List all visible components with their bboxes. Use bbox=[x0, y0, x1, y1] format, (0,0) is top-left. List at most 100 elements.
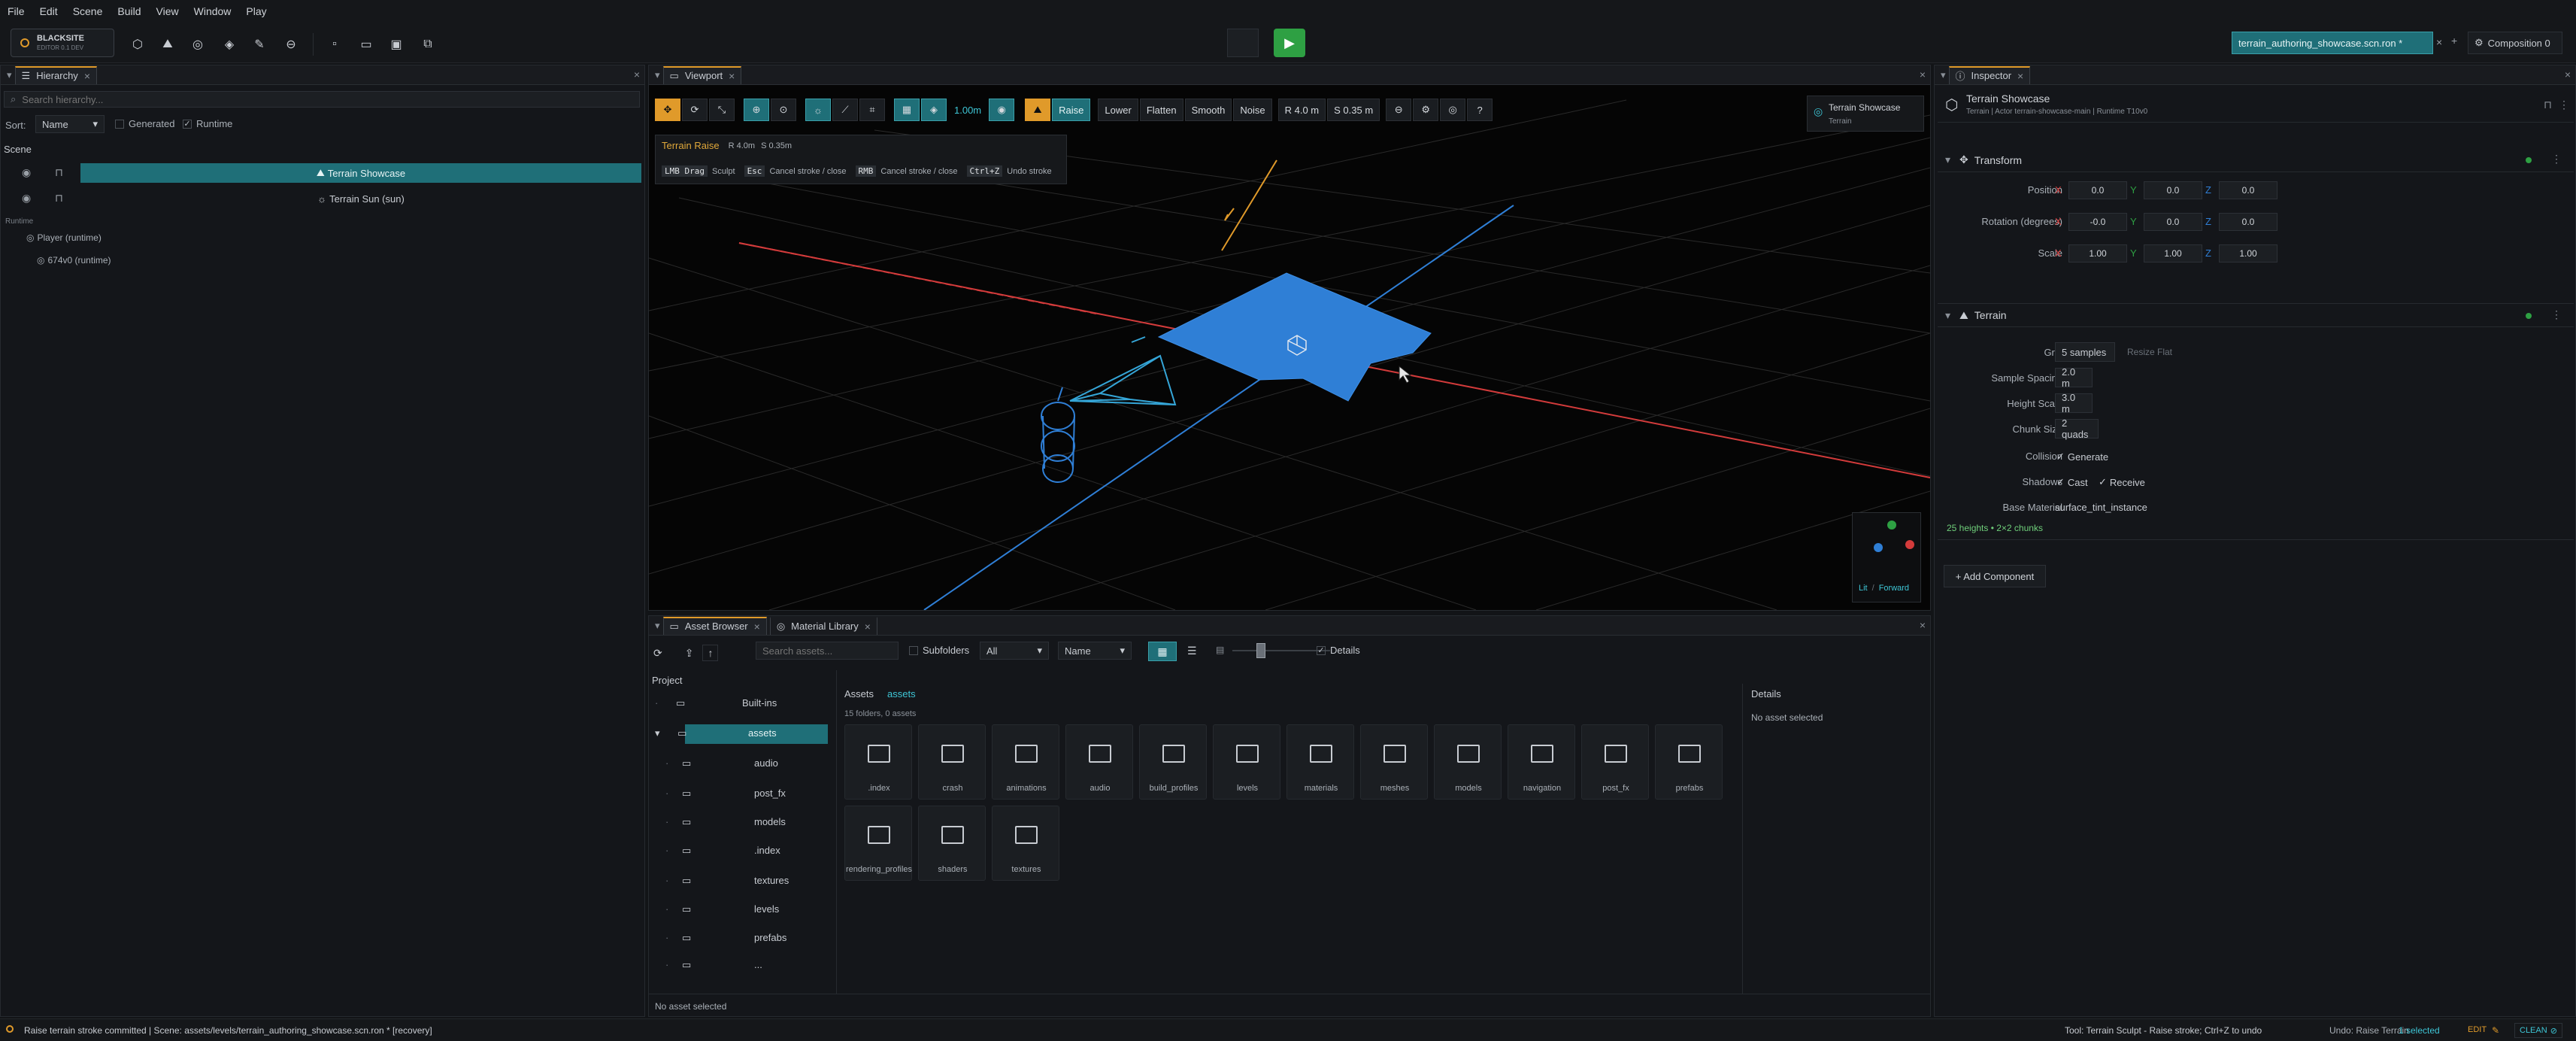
z-field[interactable]: 1.00 bbox=[2219, 244, 2277, 263]
folder-tile[interactable]: meshes bbox=[1360, 724, 1428, 800]
chevron-down-icon[interactable]: ▾ bbox=[1945, 309, 1950, 322]
runtime-checkbox[interactable]: ✓ Runtime bbox=[183, 118, 232, 129]
check-icon[interactable]: ✓ bbox=[2056, 476, 2065, 488]
hierarchy-item-terrain-showcase[interactable]: ⛰ Terrain Showcase bbox=[80, 163, 641, 183]
more-icon[interactable]: ⋮ bbox=[2551, 153, 2562, 165]
folder-tile[interactable]: .index bbox=[844, 724, 912, 800]
z-field[interactable]: 0.0 bbox=[2219, 181, 2277, 199]
hierarchy-row[interactable]: ◉ ⊓ ☼ Terrain Sun (sun) bbox=[1, 189, 644, 208]
terrain-sculpt-icon[interactable]: ⛰ bbox=[1025, 99, 1051, 121]
snap-scale-icon[interactable]: ⌗ bbox=[859, 99, 885, 121]
tree-item-models[interactable]: · ▭ models bbox=[665, 816, 831, 828]
close-scene-icon[interactable]: × bbox=[2436, 36, 2442, 48]
enabled-dot[interactable] bbox=[2526, 157, 2532, 163]
sphere-icon[interactable]: ◎ bbox=[185, 32, 211, 57]
asset-search-input[interactable] bbox=[762, 645, 890, 657]
breadcrumb-current[interactable]: assets bbox=[887, 688, 916, 700]
y-axis-icon[interactable] bbox=[1887, 520, 1896, 530]
global-space-icon[interactable]: ⊕ bbox=[744, 99, 769, 121]
checkbox-checked[interactable]: ✓ bbox=[183, 119, 192, 129]
light-icon[interactable]: ◈ bbox=[217, 32, 242, 57]
y-field[interactable]: 1.00 bbox=[2144, 244, 2202, 263]
asset-browser-tab[interactable]: ▭ Asset Browser × bbox=[662, 616, 767, 635]
scale-tool-icon[interactable]: ⤡ bbox=[709, 99, 735, 121]
subfolders-checkbox[interactable]: Subfolders bbox=[909, 645, 969, 656]
details-checkbox[interactable]: ✓ Details bbox=[1317, 645, 1360, 656]
menu-view[interactable]: View bbox=[149, 0, 186, 23]
viewport-tab[interactable]: ▭ Viewport × bbox=[662, 65, 742, 84]
tree-item-post-fx[interactable]: · ▭ post_fx bbox=[665, 788, 831, 800]
add-component-button[interactable]: + Add Component bbox=[1944, 565, 2046, 587]
folder-tile[interactable]: build_profiles bbox=[1139, 724, 1207, 800]
panel-close-icon[interactable]: × bbox=[634, 68, 640, 80]
chevron-down-icon[interactable]: ▾ bbox=[1945, 153, 1950, 166]
check-icon[interactable]: ✓ bbox=[2099, 476, 2107, 488]
pivot-icon[interactable]: ⊙ bbox=[771, 99, 796, 121]
open-folder-icon[interactable]: ▭ bbox=[353, 32, 379, 57]
sort-select[interactable]: Name ▾ bbox=[1058, 642, 1132, 660]
collapse-icon[interactable]: ▾ bbox=[655, 69, 660, 81]
brush-radius-field[interactable]: R 4.0 m bbox=[1277, 99, 1326, 121]
save-icon[interactable]: ▣ bbox=[383, 32, 409, 57]
filter-select[interactable]: All ▾ bbox=[980, 642, 1049, 660]
eye-icon[interactable]: ◉ bbox=[22, 166, 31, 179]
close-icon[interactable]: × bbox=[2017, 70, 2023, 82]
folder-tile[interactable]: models bbox=[1434, 724, 1502, 800]
up-folder-icon[interactable]: ↑ bbox=[702, 645, 719, 661]
hierarchy-item-terrain-sun[interactable]: ☼ Terrain Sun (sun) bbox=[80, 189, 641, 208]
panel-close-icon[interactable]: × bbox=[1920, 619, 1926, 631]
help-icon[interactable]: ? bbox=[1467, 99, 1493, 121]
tree-item-textures[interactable]: · ▭ textures bbox=[665, 875, 831, 887]
lock-icon[interactable]: ⊓ bbox=[55, 166, 63, 179]
car-icon[interactable]: ⊖ bbox=[278, 32, 304, 57]
runtime-item-player[interactable]: ◎ Player (runtime) bbox=[26, 232, 102, 243]
base-material-field[interactable]: surface_tint_instance bbox=[2055, 502, 2147, 513]
y-field[interactable]: 0.0 bbox=[2144, 213, 2202, 231]
height-scale-field[interactable]: 3.0 m bbox=[2055, 392, 2093, 414]
folder-tile[interactable]: navigation bbox=[1508, 724, 1575, 800]
thumbnail-slider[interactable] bbox=[1232, 650, 1330, 651]
grid-icon[interactable]: ▦ bbox=[894, 99, 920, 121]
x-field[interactable]: -0.0 bbox=[2068, 213, 2127, 231]
checkbox-checked[interactable]: ✓ bbox=[1317, 645, 1326, 655]
folder-tile[interactable]: materials bbox=[1286, 724, 1354, 800]
hierarchy-tab[interactable]: ☰ Hierarchy × bbox=[14, 65, 97, 84]
panel-close-icon[interactable]: × bbox=[2565, 68, 2571, 80]
mode-raise-button[interactable]: Raise bbox=[1052, 99, 1091, 121]
tree-item-index[interactable]: · ▭ .index bbox=[665, 845, 831, 857]
resize-flat-button[interactable]: Resize Flat bbox=[2127, 347, 2172, 357]
mode-flatten-button[interactable]: Flatten bbox=[1139, 99, 1183, 121]
folder-tile[interactable]: shaders bbox=[918, 806, 986, 881]
folder-tile[interactable]: animations bbox=[992, 724, 1059, 800]
menu-window[interactable]: Window bbox=[186, 0, 239, 23]
z-axis-icon[interactable] bbox=[1874, 543, 1883, 552]
brush-strength-field[interactable]: S 0.35 m bbox=[1327, 99, 1380, 121]
tree-item-more[interactable]: · ▭... bbox=[665, 959, 831, 968]
camera-settings-icon[interactable]: ◎ bbox=[1440, 99, 1466, 121]
list-view-icon[interactable]: ☰ bbox=[1187, 645, 1197, 657]
scene-tab[interactable]: terrain_authoring_showcase.scn.ron * bbox=[2232, 32, 2433, 54]
lock-icon[interactable]: ⊓ bbox=[2544, 99, 2552, 111]
inspector-tab[interactable]: ⓘ Inspector × bbox=[1948, 65, 2031, 84]
close-icon[interactable]: × bbox=[865, 621, 871, 633]
checkbox-box[interactable] bbox=[909, 645, 918, 655]
x-field[interactable]: 1.00 bbox=[2068, 244, 2127, 263]
collapse-icon[interactable]: ▾ bbox=[655, 620, 660, 632]
mode-lower-button[interactable]: Lower bbox=[1098, 99, 1138, 121]
cast-checkbox[interactable]: ✓ Cast bbox=[2056, 476, 2088, 488]
tree-item-assets[interactable]: ▾ ▭ assets bbox=[655, 727, 835, 739]
visibility-eye-icon[interactable]: ◉ bbox=[989, 99, 1015, 121]
close-icon[interactable]: × bbox=[84, 70, 90, 82]
folder-tile[interactable]: textures bbox=[992, 806, 1059, 881]
menu-play[interactable]: Play bbox=[238, 0, 274, 23]
terrain-icon[interactable]: ⛰ bbox=[155, 32, 180, 57]
material-library-tab[interactable]: ◎ Material Library × bbox=[769, 616, 877, 635]
folder-tile[interactable]: post_fx bbox=[1581, 724, 1649, 800]
grid-view-icon[interactable]: ▦ bbox=[1148, 642, 1177, 661]
refresh-icon[interactable]: ⟳ bbox=[653, 647, 662, 660]
chunk-size-field[interactable]: 2 quads bbox=[2055, 417, 2099, 440]
folder-tile[interactable]: crash bbox=[918, 724, 986, 800]
tree-item-prefabs[interactable]: · ▭ prefabs bbox=[665, 932, 831, 944]
mode-smooth-button[interactable]: Smooth bbox=[1184, 99, 1232, 121]
x-field[interactable]: 0.0 bbox=[2068, 181, 2127, 199]
